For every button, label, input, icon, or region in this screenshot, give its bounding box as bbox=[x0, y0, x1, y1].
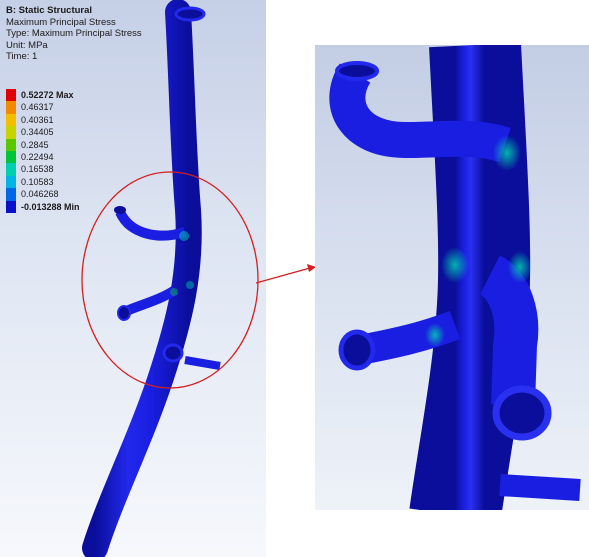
main-vessel bbox=[82, 0, 202, 557]
legend-value-label: 0.16538 bbox=[21, 164, 54, 175]
result-name: Maximum Principal Stress bbox=[6, 16, 116, 28]
legend-color-swatch bbox=[6, 89, 16, 102]
front-opening-zoom bbox=[492, 385, 552, 441]
legend-value-label: 0.52272 Max bbox=[21, 90, 74, 100]
full-model-viewport[interactable]: B: Static Structural Maximum Principal S… bbox=[0, 0, 266, 557]
lower-branch-opening bbox=[162, 343, 184, 363]
zoomed-viewport[interactable] bbox=[315, 45, 589, 510]
result-type: Type: Maximum Principal Stress bbox=[6, 28, 142, 40]
legend-value-label: 0.2845 bbox=[21, 139, 49, 150]
legend-color-swatch bbox=[6, 188, 16, 201]
legend-value-label: 0.46317 bbox=[21, 102, 54, 113]
legend-value-label: 0.40361 bbox=[21, 114, 54, 125]
legend-value-label: 0.22494 bbox=[21, 151, 54, 162]
legend-color-swatch bbox=[6, 138, 16, 151]
analysis-title: B: Static Structural bbox=[6, 5, 93, 16]
lower-branch-zoom bbox=[499, 474, 581, 501]
right-branch bbox=[184, 356, 221, 370]
upper-branch bbox=[115, 209, 187, 241]
legend-color-swatch bbox=[6, 101, 16, 114]
legend-color-swatch bbox=[6, 113, 16, 127]
vessel-model-full bbox=[81, 0, 259, 557]
legend-value-label: 0.34405 bbox=[21, 127, 54, 138]
middle-branch-zoom bbox=[478, 255, 539, 406]
legend-value-label: -0.013288 Min bbox=[21, 201, 80, 212]
result-info: B: Static Structural Maximum Principal S… bbox=[6, 5, 142, 63]
vessel-model-zoom bbox=[329, 45, 581, 510]
legend-value-label: 0.046268 bbox=[21, 189, 59, 200]
legend-value-label: 0.10583 bbox=[21, 176, 54, 187]
legend-color-swatch bbox=[6, 126, 16, 139]
main-vessel-opening bbox=[174, 6, 206, 22]
result-time: Time: 1 bbox=[6, 51, 38, 63]
legend-color-swatch bbox=[6, 150, 16, 164]
legend-color-swatch bbox=[6, 200, 16, 213]
result-unit: Unit: MPa bbox=[6, 39, 48, 51]
legend-color-swatch bbox=[6, 175, 16, 189]
figure: B: Static Structural Maximum Principal S… bbox=[0, 0, 589, 557]
legend-color-swatch bbox=[6, 163, 16, 176]
